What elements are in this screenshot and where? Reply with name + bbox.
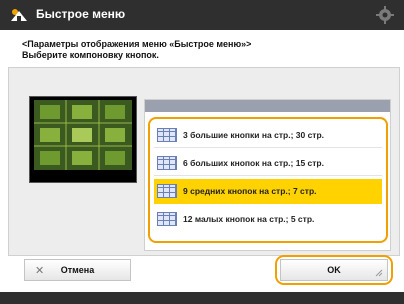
grid-icon <box>157 128 177 142</box>
option-9-medium[interactable]: 9 средних кнопок на стр.; 7 стр. <box>154 179 382 204</box>
grid-icon <box>157 184 177 198</box>
close-icon: ✕ <box>35 265 45 277</box>
option-label: 6 больших кнопок на стр.; 15 стр. <box>183 158 324 168</box>
corner-mark-icon <box>375 269 383 277</box>
gear-icon[interactable] <box>376 6 394 24</box>
option-label: 3 большие кнопки на стр.; 30 стр. <box>183 130 325 140</box>
prompt-text: <Параметры отображения меню «Быстрое мен… <box>22 39 392 61</box>
list-header <box>145 100 390 112</box>
layout-preview <box>29 96 137 183</box>
option-label: 9 средних кнопок на стр.; 7 стр. <box>183 186 317 196</box>
title-bar: Быстрое меню <box>0 0 404 30</box>
cancel-button[interactable]: ✕ Отмена <box>24 259 131 281</box>
option-12-small[interactable]: 12 малых кнопок на стр.; 5 стр. <box>154 207 382 231</box>
cancel-label: Отмена <box>60 265 95 275</box>
layout-panel: 3 большие кнопки на стр.; 30 стр. 6 боль… <box>8 67 400 256</box>
option-3-large[interactable]: 3 большие кнопки на стр.; 30 стр. <box>154 123 382 148</box>
footer-bar <box>0 292 404 304</box>
layout-list: 3 большие кнопки на стр.; 30 стр. 6 боль… <box>144 99 391 251</box>
option-label: 12 малых кнопок на стр.; 5 стр. <box>183 214 315 224</box>
grid-icon <box>157 156 177 170</box>
prompt-line-1: <Параметры отображения меню «Быстрое мен… <box>22 39 252 49</box>
ok-button[interactable]: OK <box>280 259 388 281</box>
prompt-line-2: Выберите компоновку кнопок. <box>22 50 159 60</box>
option-6-large[interactable]: 6 больших кнопок на стр.; 15 стр. <box>154 151 382 176</box>
home-icon[interactable] <box>9 5 29 25</box>
grid-icon <box>157 212 177 226</box>
window-title: Быстрое меню <box>36 7 126 21</box>
ok-label: OK <box>327 265 341 275</box>
layout-options-group: 3 большие кнопки на стр.; 30 стр. 6 боль… <box>148 117 388 243</box>
